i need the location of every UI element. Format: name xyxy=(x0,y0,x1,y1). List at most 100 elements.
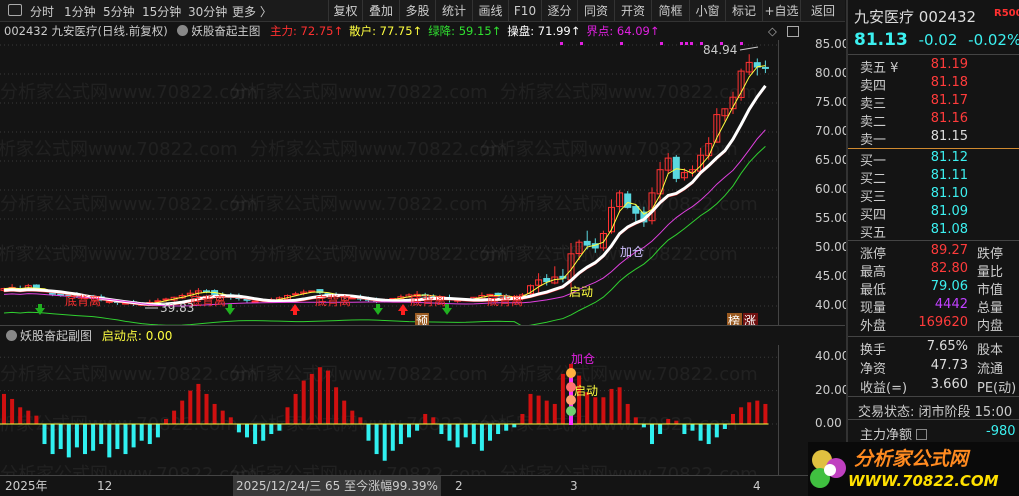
year-label: 2025年 xyxy=(5,479,48,493)
rank-label: 榜 xyxy=(728,313,740,325)
toolbar-button[interactable]: 标记 xyxy=(725,0,762,22)
price-tick: 70.00 xyxy=(815,124,850,138)
histogram-bar xyxy=(358,417,363,424)
ask-row: 卖二 81.16 xyxy=(860,111,968,130)
histogram-bar xyxy=(698,424,703,441)
histogram-bar xyxy=(463,424,468,438)
candle xyxy=(49,292,57,295)
histogram-bar xyxy=(180,400,185,424)
histogram-bar xyxy=(496,424,501,435)
period-tab[interactable]: 分时 xyxy=(30,3,54,20)
toolbar-button[interactable]: 返回 xyxy=(800,0,845,22)
sub-tick: 0.00 xyxy=(815,416,842,430)
price-tick: 80.00 xyxy=(815,66,850,80)
histogram-bar xyxy=(633,417,638,424)
toolbar-button[interactable]: 画线 xyxy=(472,0,508,22)
histogram-bar xyxy=(285,407,290,424)
price-line: 81.13 -0.02 -0.02% xyxy=(854,30,1019,50)
histogram-bar xyxy=(455,424,460,448)
toolbar-button[interactable]: 复权 xyxy=(328,0,362,22)
histogram-bar xyxy=(18,407,23,424)
histogram-bar xyxy=(415,424,420,431)
toolbar-button[interactable]: 统计 xyxy=(435,0,472,22)
sub-indicator-name[interactable]: 妖股奋起副图 xyxy=(20,329,92,343)
histogram-bar xyxy=(301,380,306,424)
candle xyxy=(583,240,591,246)
price-tick: 55.00 xyxy=(815,211,850,225)
histogram-bar xyxy=(609,388,614,424)
period-tab[interactable]: 15分钟 xyxy=(142,3,181,20)
price-tick: 65.00 xyxy=(815,153,850,167)
toolbar-button[interactable]: F10 xyxy=(508,0,541,22)
indicator-dropdown-icon[interactable] xyxy=(177,25,189,36)
histogram-bar xyxy=(253,424,258,445)
toolbar-button[interactable]: 多股 xyxy=(399,0,435,22)
list-icon[interactable] xyxy=(916,429,928,440)
launch-label: 启动 xyxy=(569,285,593,299)
period-tab[interactable]: 5分钟 xyxy=(103,3,135,20)
stock-name-code: 九安医疗 002432 xyxy=(854,8,977,26)
sub-indicator-dropdown-icon[interactable] xyxy=(6,330,17,341)
pre-label: 预 xyxy=(416,314,428,325)
histogram-bar xyxy=(536,395,541,424)
histogram-bar xyxy=(382,424,387,461)
ask-row: 卖一 81.15 xyxy=(860,129,968,148)
toolbar-button[interactable]: 同资 xyxy=(577,0,614,22)
histogram-bar xyxy=(269,424,274,435)
histogram-bar xyxy=(245,424,249,438)
sub-legend: 妖股奋起副图 启动点: 0.00 xyxy=(0,325,845,345)
toolbar-button[interactable]: 开资 xyxy=(614,0,651,22)
main-chart[interactable]: 底背离 底背离 底背离 底背离 底背离 84.94 39.83 启动 加仓预 榜涨 xyxy=(0,40,778,325)
toolbar-button[interactable]: 逐分 xyxy=(541,0,577,22)
histogram-bar xyxy=(326,370,330,424)
histogram-bar xyxy=(334,387,339,424)
price-tick: 45.00 xyxy=(815,269,850,283)
stat-row: 净资 47.73 流通 xyxy=(860,358,1004,377)
histogram-bar xyxy=(2,393,6,424)
date-axis: 2025年 12 2025/12/24/三 65 至今涨幅99.39% 2 3 … xyxy=(0,475,845,496)
ask-row: 卖三 81.17 xyxy=(860,93,968,112)
period-more[interactable]: 更多 〉 xyxy=(232,3,272,20)
stat-row: 最低 79.06 市值 xyxy=(860,279,1004,298)
histogram-bar xyxy=(50,424,55,455)
histogram-bar xyxy=(317,367,322,424)
period-tab[interactable]: 1分钟 xyxy=(64,3,96,20)
indicator-line xyxy=(3,145,766,325)
diamond-icon[interactable]: ◇ xyxy=(768,23,777,40)
period-tab[interactable]: 30分钟 xyxy=(188,3,227,20)
histogram-bar xyxy=(220,410,225,424)
legend-item: 界点: 64.09↑ xyxy=(586,24,660,38)
histogram-bar xyxy=(407,424,411,438)
candle xyxy=(292,293,300,296)
up-label: 涨 xyxy=(744,313,756,325)
toolbar-button[interactable]: +自选 xyxy=(762,0,800,22)
sidebar-toggle-icon[interactable] xyxy=(8,4,22,16)
histogram-bar xyxy=(172,410,177,424)
toolbar-button[interactable]: 小窗 xyxy=(689,0,725,22)
sub-chart[interactable]: 加仓启动 xyxy=(0,345,778,475)
histogram-bar xyxy=(504,424,509,431)
bid-row: 买四 81.09 xyxy=(860,204,968,223)
signal-dot xyxy=(620,42,623,45)
month-label: 3 xyxy=(570,479,578,493)
toolbar-button[interactable]: 简框 xyxy=(651,0,689,22)
toolbar-button[interactable]: 叠加 xyxy=(362,0,399,22)
indicator-line xyxy=(3,65,766,305)
main-legend: 002432 九安医疗(日线.前复权) 妖股奋起主图 主力: 72.75↑ 散户:… xyxy=(0,23,845,40)
histogram-bar xyxy=(520,413,525,424)
panel-toggle-icon[interactable] xyxy=(787,26,799,37)
histogram-bar xyxy=(342,400,347,424)
histogram-bar xyxy=(431,417,436,424)
histogram-bar xyxy=(374,424,379,455)
site-logo: 分析家公式网 WWW.70822.COM xyxy=(808,442,1019,496)
indicator-name[interactable]: 妖股奋起主图 xyxy=(191,24,260,38)
histogram-bar xyxy=(236,424,241,433)
candle xyxy=(672,156,680,179)
histogram-bar xyxy=(601,397,606,424)
month-label: 12 xyxy=(97,479,113,493)
histogram-bar xyxy=(512,424,517,428)
high-arrow xyxy=(739,46,759,51)
bid-row: 买五 81.08 xyxy=(860,222,968,241)
histogram-bar xyxy=(139,424,144,441)
histogram-bar xyxy=(666,418,671,424)
